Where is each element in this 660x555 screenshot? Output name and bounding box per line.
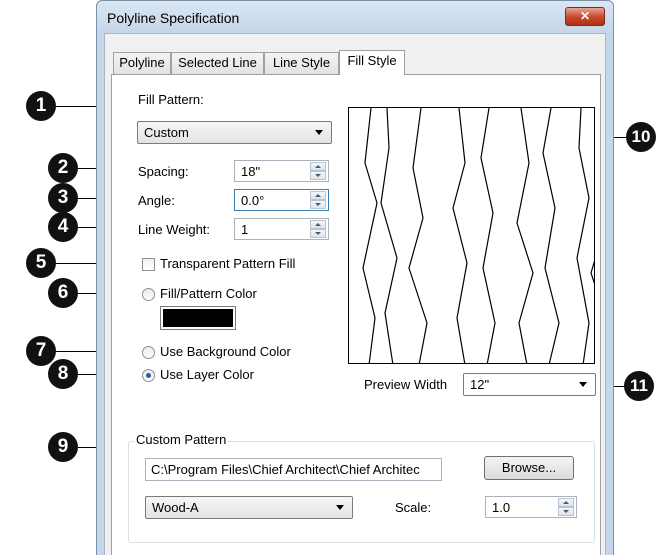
dialog-client-area: Polyline Selected Line Line Style Fill S… [104, 33, 606, 555]
close-button[interactable]: ✕ [565, 7, 605, 26]
line-weight-value: 1 [241, 222, 249, 237]
callout-4: 4 [48, 212, 78, 242]
custom-pattern-dropdown[interactable]: Wood-A [145, 496, 353, 519]
background-color-label: Use Background Color [160, 344, 291, 359]
title-bar: Polyline Specification ✕ [97, 1, 613, 33]
line-weight-spin-buttons [310, 220, 326, 238]
transparent-pattern-label: Transparent Pattern Fill [160, 256, 296, 271]
spin-up-icon[interactable] [310, 220, 326, 229]
fill-color-fill [163, 309, 233, 327]
preview-width-value: 12" [470, 377, 490, 392]
spin-down-icon[interactable] [310, 200, 326, 209]
pattern-file-path-field[interactable]: C:\Program Files\Chief Architect\Chief A… [145, 458, 442, 481]
callout-8: 8 [48, 359, 78, 389]
tab-line-style[interactable]: Line Style [264, 52, 339, 74]
callout-2: 2 [48, 153, 78, 183]
fill-pattern-color-radio[interactable] [142, 288, 155, 301]
layer-color-label: Use Layer Color [160, 367, 254, 382]
callout-10: 10 [626, 122, 656, 152]
angle-label: Angle: [138, 193, 175, 208]
angle-spin-buttons [310, 191, 326, 209]
callout-9: 9 [48, 432, 78, 462]
spacing-spin-buttons [310, 162, 326, 180]
spacing-value: 18" [241, 164, 261, 179]
angle-value: 0.0° [241, 193, 265, 208]
line-weight-label: Line Weight: [138, 222, 211, 237]
scale-spinner[interactable]: 1.0 [485, 496, 577, 518]
pattern-preview [348, 107, 595, 364]
spin-down-icon[interactable] [558, 507, 574, 516]
spin-up-icon[interactable] [310, 162, 326, 171]
scale-value: 1.0 [492, 500, 511, 515]
polyline-specification-dialog: Polyline Specification ✕ Polyline Select… [96, 0, 614, 555]
angle-spinner[interactable]: 0.0° [234, 189, 329, 211]
fill-style-panel: Fill Pattern: Custom Spacing: 18" Angle:… [111, 74, 601, 555]
chevron-down-icon [579, 382, 587, 387]
fill-color-swatch[interactable] [160, 306, 236, 330]
callout-6: 6 [48, 278, 78, 308]
close-icon: ✕ [579, 9, 591, 23]
scale-label: Scale: [395, 500, 432, 515]
dialog-title: Polyline Specification [107, 10, 240, 26]
spacing-label: Spacing: [138, 164, 189, 179]
fill-pattern-dropdown[interactable]: Custom [137, 121, 332, 144]
callout-3: 3 [48, 183, 78, 213]
wood-pattern-preview [362, 108, 594, 363]
callout-1: 1 [26, 91, 56, 121]
browse-button[interactable]: Browse... [484, 456, 574, 480]
callout-11: 11 [624, 371, 654, 401]
transparent-pattern-checkbox[interactable] [142, 258, 155, 271]
fill-pattern-color-label: Fill/Pattern Color [160, 286, 257, 301]
callout-5: 5 [26, 248, 56, 278]
preview-width-dropdown[interactable]: 12" [463, 373, 596, 396]
spin-down-icon[interactable] [310, 171, 326, 180]
browse-label: Browse... [501, 460, 557, 475]
scale-spin-buttons [558, 498, 574, 516]
spin-up-icon[interactable] [310, 191, 326, 200]
spacing-spinner[interactable]: 18" [234, 160, 329, 182]
fill-pattern-label: Fill Pattern: [138, 92, 204, 107]
tab-fill-style[interactable]: Fill Style [339, 50, 405, 75]
line-weight-spinner[interactable]: 1 [234, 218, 329, 240]
fill-pattern-value: Custom [144, 125, 189, 140]
pattern-file-path-value: C:\Program Files\Chief Architect\Chief A… [151, 462, 420, 477]
layer-color-radio[interactable] [142, 369, 155, 382]
spin-up-icon[interactable] [558, 498, 574, 507]
tab-selected-line[interactable]: Selected Line [171, 52, 264, 74]
chevron-down-icon [336, 505, 344, 510]
tab-polyline[interactable]: Polyline [113, 52, 171, 74]
callout-7: 7 [26, 336, 56, 366]
spin-down-icon[interactable] [310, 229, 326, 238]
chevron-down-icon [315, 130, 323, 135]
background-color-radio[interactable] [142, 346, 155, 359]
custom-pattern-value: Wood-A [152, 500, 199, 515]
preview-width-label: Preview Width [364, 377, 448, 392]
custom-pattern-group-title: Custom Pattern [134, 432, 229, 447]
